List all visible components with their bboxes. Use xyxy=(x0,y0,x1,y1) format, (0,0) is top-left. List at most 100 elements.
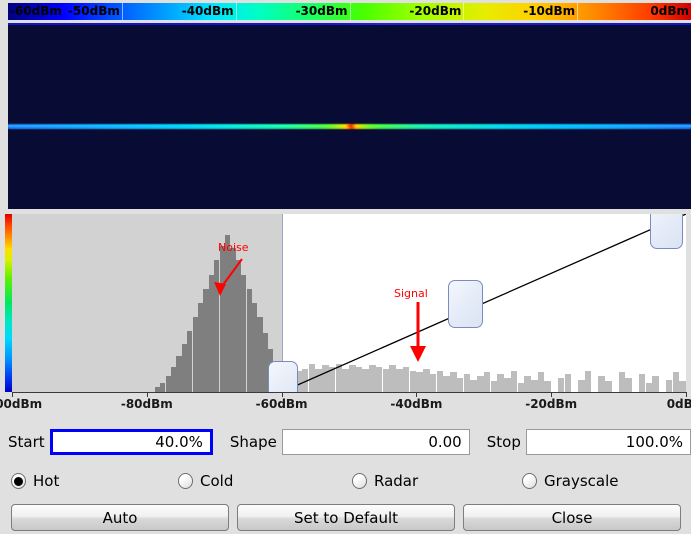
histogram-bar xyxy=(349,365,356,392)
action-button-row: Auto Set to Default Close xyxy=(0,501,691,534)
waterfall-top-sweep xyxy=(8,23,691,25)
stop-input[interactable]: 100.0% xyxy=(525,429,691,455)
histogram-bar xyxy=(578,379,585,392)
axis-line xyxy=(12,392,687,393)
histogram-bar xyxy=(308,363,316,392)
start-label: Start xyxy=(8,433,45,451)
colorbar-tick-label: -30dBm xyxy=(295,4,348,18)
colorbar-tick-label: 0dBm xyxy=(650,4,689,18)
start-input[interactable]: 40.0% xyxy=(49,429,213,455)
histogram-bar xyxy=(375,367,383,392)
histogram-bar xyxy=(625,377,632,392)
histogram-bar xyxy=(497,374,504,392)
shape-handle[interactable] xyxy=(448,280,484,328)
histogram-bar xyxy=(598,375,605,392)
histogram-bar xyxy=(362,368,369,392)
axis-tick-label: -80dBm xyxy=(120,397,173,411)
histogram-bar xyxy=(429,374,437,392)
histogram-bar xyxy=(322,365,329,392)
histogram-bar xyxy=(160,383,166,392)
axis-tick-label: -20dBm xyxy=(525,397,578,411)
histogram-bar xyxy=(301,368,309,392)
histogram-bar xyxy=(645,383,653,392)
histogram-bar xyxy=(584,370,592,392)
axis-tick-label: -60dBm xyxy=(255,397,308,411)
histogram-bar xyxy=(456,377,464,392)
radio-mark-icon[interactable] xyxy=(11,473,26,489)
histogram-bar xyxy=(517,383,525,392)
histogram-bar xyxy=(557,377,565,392)
histogram-bar xyxy=(355,367,363,392)
histogram-plot[interactable]: Noise Signal xyxy=(12,214,686,392)
axis-tick-label: 0dBm xyxy=(666,397,691,411)
radio-hot[interactable]: Hot xyxy=(11,472,59,490)
histogram-bar xyxy=(537,372,545,392)
colorbar-tick xyxy=(121,3,123,20)
radio-grayscale[interactable]: Grayscale xyxy=(522,472,619,490)
colorbar-tick-label: -20dBm xyxy=(409,4,462,18)
power-axis: -100dBm -80dBm -60dBm -40dBm -20dBm 0dBm xyxy=(0,392,691,416)
histogram-bar xyxy=(672,372,680,392)
histogram-bar xyxy=(470,379,477,392)
signal-annotation-arrow xyxy=(410,302,426,362)
power-colorbar: -60dBm -50dBm -40dBm -30dBm -20dBm -10dBm 0dBm xyxy=(8,3,691,20)
radio-mark-icon[interactable] xyxy=(352,473,367,489)
histogram-panel[interactable]: Noise Signal xyxy=(0,211,691,396)
histogram-bar xyxy=(436,370,444,392)
histogram-bar xyxy=(335,363,343,392)
colorbar-tick-label: -60dBm xyxy=(10,4,62,18)
value-input-row: Start 40.0% Shape 0.00 Stop 100.0% xyxy=(0,425,691,459)
colorbar-tick xyxy=(463,3,465,20)
histogram-bar xyxy=(382,368,390,392)
histogram-bar xyxy=(530,379,538,392)
axis-tick-label: -100dBm xyxy=(0,397,43,411)
histogram-bar xyxy=(402,367,410,392)
stop-handle[interactable] xyxy=(650,214,684,249)
histogram-bar xyxy=(396,368,403,392)
radio-mark-icon[interactable] xyxy=(522,473,537,489)
start-handle[interactable] xyxy=(267,360,298,392)
waterfall-display[interactable] xyxy=(8,23,691,209)
colorbar-tick-label: -10dBm xyxy=(523,4,576,18)
shape-input[interactable]: 0.00 xyxy=(281,429,470,455)
close-button[interactable]: Close xyxy=(463,504,681,531)
waterfall-trace-line xyxy=(8,125,691,127)
histogram-bar xyxy=(524,375,531,392)
radio-mark-icon[interactable] xyxy=(178,473,193,489)
histogram-bar xyxy=(483,372,491,392)
histogram-bar xyxy=(315,368,322,392)
axis-tick-label: -40dBm xyxy=(390,397,443,411)
radio-label: Cold xyxy=(200,472,234,490)
histogram-bar xyxy=(463,374,471,392)
histogram-bar xyxy=(409,370,417,392)
histogram-bar xyxy=(342,368,349,392)
radio-label: Grayscale xyxy=(544,472,619,490)
noise-annotation-arrow xyxy=(214,258,243,296)
palette-radio-group: Hot Cold Radar Grayscale xyxy=(0,465,691,497)
histogram-bar xyxy=(450,372,457,392)
histogram-bar xyxy=(652,375,659,392)
histogram-bar xyxy=(490,381,498,392)
set-to-default-button[interactable]: Set to Default xyxy=(237,504,455,531)
radio-label: Hot xyxy=(33,472,60,490)
auto-button[interactable]: Auto xyxy=(11,504,229,531)
radio-radar[interactable]: Radar xyxy=(352,472,418,490)
shape-label: Shape xyxy=(229,433,277,451)
signal-annotation-label: Signal xyxy=(394,287,428,300)
radio-cold[interactable]: Cold xyxy=(178,472,233,490)
histogram-bar xyxy=(416,372,423,392)
stop-label: Stop xyxy=(486,433,521,451)
histogram-bar xyxy=(504,377,511,392)
histogram-bar xyxy=(544,381,551,392)
histogram-bar xyxy=(605,381,612,392)
histogram-bar xyxy=(618,372,626,392)
noise-annotation-label: Noise xyxy=(218,241,249,254)
colorbar-tick xyxy=(235,3,237,20)
histogram-bar xyxy=(679,381,686,392)
histogram-bar xyxy=(328,367,336,392)
radio-label: Radar xyxy=(374,472,419,490)
histogram-bar xyxy=(665,379,673,392)
histogram-bar xyxy=(443,375,450,392)
histogram-bar xyxy=(564,374,572,392)
histogram-bar xyxy=(369,365,376,392)
